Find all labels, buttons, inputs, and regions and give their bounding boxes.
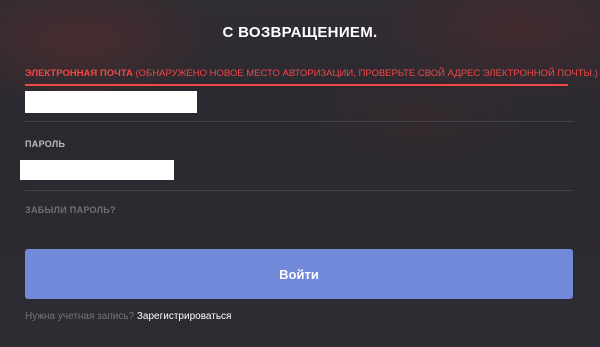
login-panel: С ВОЗВРАЩЕНИЕМ. ЭЛЕКТРОННАЯ ПОЧТА (ОБНАР… — [0, 0, 600, 347]
login-button[interactable]: Войти — [25, 249, 573, 299]
page-title: С ВОЗВРАЩЕНИЕМ. — [222, 24, 378, 41]
email-divider — [25, 121, 573, 122]
password-divider — [25, 190, 573, 191]
register-link[interactable]: Зарегистрироваться — [137, 311, 232, 322]
register-prompt-text: Нужна учетная запись? — [25, 311, 137, 322]
email-error-message: (ОБНАРУЖЕНО НОВОЕ МЕСТО АВТОРИЗАЦИИ, ПРО… — [132, 68, 598, 79]
forgot-password-link[interactable]: ЗАБЫЛИ ПАРОЛЬ? — [25, 205, 116, 215]
email-field[interactable] — [25, 91, 197, 113]
email-label: ЭЛЕКТРОННАЯ ПОЧТА (ОБНАРУЖЕНО НОВОЕ МЕСТ… — [25, 68, 598, 79]
register-prompt: Нужна учетная запись? Зарегистрироваться — [25, 311, 231, 322]
email-label-text: ЭЛЕКТРОННАЯ ПОЧТА — [25, 68, 133, 79]
email-error-underline — [25, 84, 568, 86]
password-label: ПАРОЛЬ — [25, 139, 66, 149]
password-field[interactable] — [20, 160, 174, 180]
